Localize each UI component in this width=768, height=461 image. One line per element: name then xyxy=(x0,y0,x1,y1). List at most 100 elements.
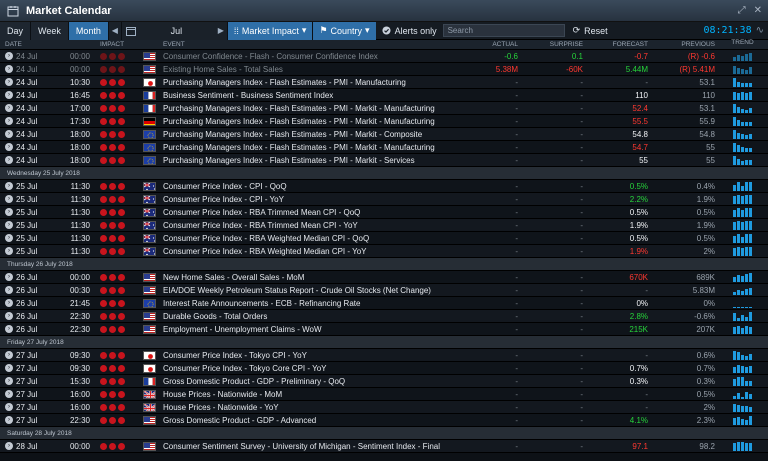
row-forecast: 1.9% xyxy=(629,220,648,230)
expand-icon[interactable]: › xyxy=(5,403,13,411)
expand-icon[interactable]: › xyxy=(5,273,13,281)
table-row[interactable]: › 27 Jul 15:30 Gross Domestic Product - GDP… xyxy=(0,375,768,388)
row-previous: 2% xyxy=(703,246,715,256)
header-forecast[interactable]: FORECAST xyxy=(585,41,650,48)
expand-icon[interactable]: › xyxy=(5,364,13,372)
reset-button[interactable]: ⟳ Reset xyxy=(565,22,616,40)
close-icon[interactable]: ✕ xyxy=(754,5,762,16)
trend-sparkline xyxy=(717,362,768,374)
chevron-left-icon[interactable]: ◀ xyxy=(108,21,121,40)
trend-bar xyxy=(749,354,752,360)
expand-icon[interactable]: ⤢ xyxy=(738,5,746,16)
expand-icon[interactable]: › xyxy=(5,52,13,60)
uk-flag-icon xyxy=(142,402,156,412)
table-row[interactable]: › 25 Jul 11:30 Consumer Price Index - RBA W… xyxy=(0,232,768,245)
impact-dot-icon xyxy=(100,273,107,281)
expand-icon[interactable]: › xyxy=(5,208,13,216)
header-event[interactable]: EVENT xyxy=(159,41,468,48)
header-actual[interactable]: ACTUAL xyxy=(468,41,520,48)
expand-icon[interactable]: › xyxy=(5,143,13,151)
table-row[interactable]: › 25 Jul 11:30 Consumer Price Index - RBA T… xyxy=(0,206,768,219)
expand-icon[interactable]: › xyxy=(5,195,13,203)
header-date[interactable]: DATE xyxy=(0,41,64,48)
expand-icon[interactable]: › xyxy=(5,312,13,320)
table-row[interactable]: › 24 Jul 10:30 Purchasing Managers Index - … xyxy=(0,76,768,89)
day-separator: Thursday 26 July 2018 xyxy=(0,258,768,271)
expand-icon[interactable]: › xyxy=(5,156,13,164)
table-row[interactable]: › 24 Jul 18:00 Purchasing Managers Index - … xyxy=(0,141,768,154)
expand-icon[interactable]: › xyxy=(5,325,13,333)
tab-week[interactable]: Week xyxy=(31,21,69,40)
impact-dot-icon xyxy=(118,377,125,385)
expand-icon[interactable]: › xyxy=(5,286,13,294)
expand-icon[interactable]: › xyxy=(5,117,13,125)
alerts-only-toggle[interactable]: Alerts only xyxy=(376,22,443,40)
table-row[interactable]: › 24 Jul 17:30 Purchasing Managers Index - … xyxy=(0,115,768,128)
table-row[interactable]: › 24 Jul 18:00 Purchasing Managers Index - … xyxy=(0,128,768,141)
impact-indicator xyxy=(94,273,139,281)
expand-icon[interactable]: › xyxy=(5,234,13,242)
table-row[interactable]: › 26 Jul 00:00 New Home Sales - Overall Sal… xyxy=(0,271,768,284)
row-forecast: - xyxy=(645,389,648,399)
table-row[interactable]: › 25 Jul 11:30 Consumer Price Index - CPI -… xyxy=(0,193,768,206)
row-date-cell: › 27 Jul xyxy=(0,416,64,425)
expand-icon[interactable]: › xyxy=(5,299,13,307)
table-row[interactable]: › 24 Jul 17:00 Purchasing Managers Index - … xyxy=(0,102,768,115)
trend-sparkline xyxy=(717,232,768,244)
table-row[interactable]: › 24 Jul 00:00 Existing Home Sales - Total … xyxy=(0,63,768,76)
impact-indicator xyxy=(94,91,139,99)
header-impact[interactable]: IMPACT xyxy=(94,41,139,48)
expand-icon[interactable]: › xyxy=(5,442,13,450)
tab-day[interactable]: Day xyxy=(0,21,32,40)
expand-icon[interactable]: › xyxy=(5,182,13,190)
country-dropdown[interactable]: ⚑ Country ▾ xyxy=(312,21,376,40)
row-time: 21:45 xyxy=(69,298,90,308)
date-picker[interactable]: Jul xyxy=(120,21,215,40)
search-input[interactable] xyxy=(442,24,565,37)
table-row[interactable]: › 24 Jul 18:00 Purchasing Managers Index - … xyxy=(0,154,768,167)
market-impact-dropdown[interactable]: ⁞⁞ Market Impact ▾ xyxy=(226,21,313,40)
impact-indicator xyxy=(94,325,139,333)
expand-icon[interactable]: › xyxy=(5,247,13,255)
table-row[interactable]: › 26 Jul 00:30 EIA/DOE Weekly Petroleum Sta… xyxy=(0,284,768,297)
header-surprise[interactable]: SURPRISE xyxy=(520,41,585,48)
row-surprise: - xyxy=(580,181,583,191)
table-row[interactable]: › 26 Jul 22:30 Employment - Unemployment Cl… xyxy=(0,323,768,336)
expand-icon[interactable]: › xyxy=(5,390,13,398)
expand-icon[interactable]: › xyxy=(5,221,13,229)
expand-icon[interactable]: › xyxy=(5,377,13,385)
table-row[interactable]: › 27 Jul 22:30 Gross Domestic Product - GDP… xyxy=(0,414,768,427)
tab-month[interactable]: Month xyxy=(68,21,109,40)
impact-dot-icon xyxy=(109,156,116,164)
expand-icon[interactable]: › xyxy=(5,78,13,86)
expand-icon[interactable]: › xyxy=(5,65,13,73)
expand-icon[interactable]: › xyxy=(5,416,13,424)
table-row[interactable]: › 27 Jul 09:30 Consumer Price Index - Tokyo… xyxy=(0,349,768,362)
us-flag-icon xyxy=(142,311,156,321)
table-row[interactable]: › 28 Jul 00:00 Consumer Sentiment Survey - … xyxy=(0,440,768,453)
table-row[interactable]: › 27 Jul 16:00 House Prices - Nationwide - … xyxy=(0,388,768,401)
table-row[interactable]: › 26 Jul 21:45 Interest Rate Announcements … xyxy=(0,297,768,310)
expand-icon[interactable]: › xyxy=(5,130,13,138)
table-row[interactable]: › 25 Jul 11:30 Consumer Price Index - CPI -… xyxy=(0,180,768,193)
trend-bar xyxy=(733,248,736,256)
table-row[interactable]: › 24 Jul 00:00 Consumer Confidence - Flash … xyxy=(0,50,768,63)
impact-dot-icon xyxy=(109,208,116,216)
table-row[interactable]: › 24 Jul 16:45 Business Sentiment - Busines… xyxy=(0,89,768,102)
table-row[interactable]: › 27 Jul 09:30 Consumer Price Index - Tokyo… xyxy=(0,362,768,375)
header-previous[interactable]: PREVIOUS xyxy=(650,41,717,48)
chevron-right-icon[interactable]: ▶ xyxy=(214,21,227,40)
impact-indicator xyxy=(94,130,139,138)
expand-icon[interactable]: › xyxy=(5,104,13,112)
row-previous: 0.5% xyxy=(696,233,715,243)
expand-icon[interactable]: › xyxy=(5,351,13,359)
table-row[interactable]: › 27 Jul 16:00 House Prices - Nationwide - … xyxy=(0,401,768,414)
row-event: Employment - Unemployment Claims - WoW xyxy=(163,324,322,334)
header-trend[interactable]: TREND xyxy=(717,39,768,51)
table-row[interactable]: › 26 Jul 22:30 Durable Goods - Total Orders… xyxy=(0,310,768,323)
table-row[interactable]: › 25 Jul 11:30 Consumer Price Index - RBA W… xyxy=(0,245,768,258)
table-row[interactable]: › 25 Jul 11:30 Consumer Price Index - RBA T… xyxy=(0,219,768,232)
impact-dot-icon xyxy=(109,390,116,398)
expand-icon[interactable]: › xyxy=(5,91,13,99)
trend-bar xyxy=(749,67,752,74)
